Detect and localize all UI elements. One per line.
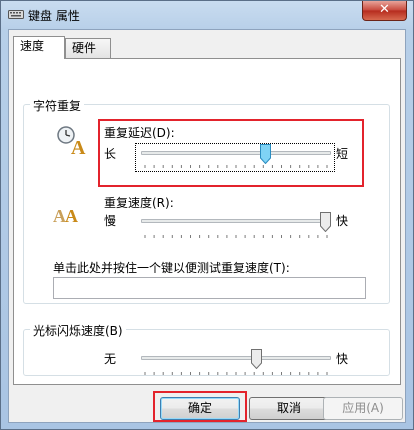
repeat-rate-min-label: 慢 xyxy=(104,214,117,228)
tab-speed[interactable]: 速度 xyxy=(13,36,65,59)
close-button[interactable]: ✕ xyxy=(362,1,407,21)
keyboard-properties-window: 键盘 属性 ✕ 速度 硬件 字符重复 A 重复延迟(D): 长 短 A A 重复… xyxy=(0,0,414,430)
repeat-rate-label: 重复速度(R): xyxy=(104,196,174,210)
window-title: 键盘 属性 xyxy=(28,9,80,23)
repeat-rate-slider-thumb[interactable] xyxy=(320,212,331,232)
cancel-button-label: 取消 xyxy=(276,401,301,415)
cursor-blink-group: 光标闪烁速度(B) xyxy=(23,322,390,376)
highlight-box-ok xyxy=(153,391,247,422)
close-icon: ✕ xyxy=(379,2,390,17)
cancel-button[interactable]: 取消 xyxy=(249,397,329,420)
tab-label: 硬件 xyxy=(72,41,97,55)
repeat-rate-max-label: 快 xyxy=(336,214,349,228)
keyboard-icon xyxy=(8,10,24,19)
title-bar[interactable]: 键盘 属性 ✕ xyxy=(1,1,413,29)
repeat-rate-icon: A A xyxy=(53,206,78,226)
speed-tab-panel: 字符重复 A 重复延迟(D): 长 短 A A 重复速度(R): 慢 快 单击此… xyxy=(13,58,401,385)
group-title: 字符重复 xyxy=(30,97,85,114)
tab-hardware[interactable]: 硬件 xyxy=(65,38,111,58)
apply-button[interactable]: 应用(A) xyxy=(323,397,403,420)
cursor-blink-max-label: 快 xyxy=(336,352,349,366)
svg-text:A: A xyxy=(65,206,78,226)
cursor-blink-min-label: 无 xyxy=(104,352,117,366)
cursor-blink-ticks xyxy=(144,372,328,375)
repeat-delay-icon: A xyxy=(57,126,86,156)
cursor-blink-slider-thumb[interactable] xyxy=(251,349,263,369)
repeat-rate-slider-track[interactable] xyxy=(141,219,331,223)
repeat-rate-ticks xyxy=(144,235,328,238)
repeat-test-input[interactable] xyxy=(53,277,366,299)
repeat-test-label: 单击此处并按住一个键以便测试重复速度(T): xyxy=(53,261,290,275)
tab-label: 速度 xyxy=(20,39,45,53)
group-title: 光标闪烁速度(B) xyxy=(30,322,126,339)
svg-text:A: A xyxy=(71,137,86,156)
apply-button-label: 应用(A) xyxy=(342,401,384,415)
highlight-box-repeat-delay xyxy=(98,119,364,187)
cursor-blink-slider-track[interactable] xyxy=(141,356,331,360)
dialog-client-area: 速度 硬件 字符重复 A 重复延迟(D): 长 短 A A 重复速度(R): 慢… xyxy=(8,29,406,423)
